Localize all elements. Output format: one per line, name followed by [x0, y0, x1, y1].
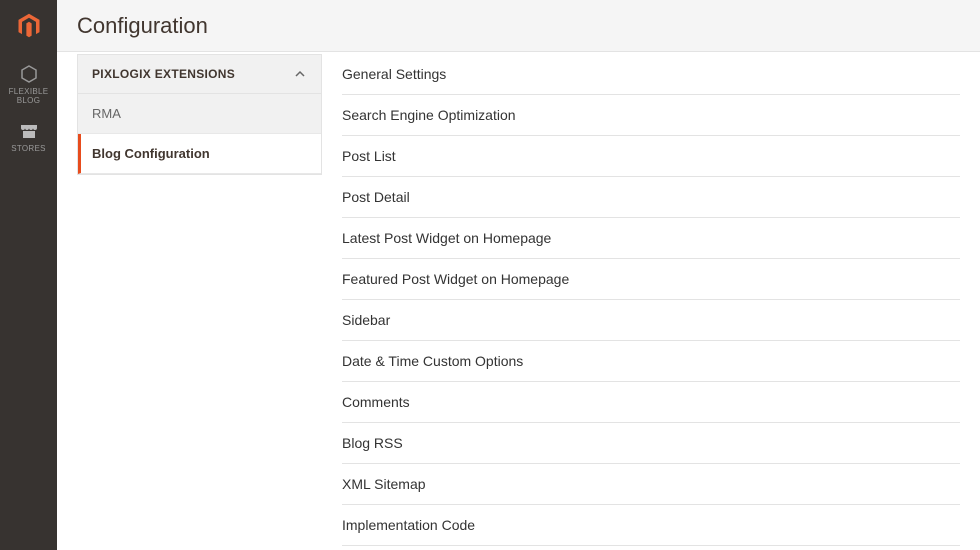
nav-item-label: STORES	[11, 144, 46, 153]
setting-section-latest-post-widget[interactable]: Latest Post Widget on Homepage	[342, 218, 960, 259]
setting-section-label: Post List	[342, 148, 396, 164]
setting-section-label: Sidebar	[342, 312, 390, 328]
sidebar-item-rma[interactable]: RMA	[78, 94, 321, 134]
setting-section-label: Post Detail	[342, 189, 410, 205]
sidebar-item-label: Blog Configuration	[92, 146, 210, 161]
store-icon	[19, 121, 39, 141]
setting-section-label: Date & Time Custom Options	[342, 353, 523, 369]
nav-item-stores[interactable]: STORES	[0, 113, 57, 161]
setting-section-label: Comments	[342, 394, 410, 410]
setting-section-sidebar[interactable]: Sidebar	[342, 300, 960, 341]
setting-section-label: General Settings	[342, 66, 446, 82]
sidebar-accordion-title: PIXLOGIX EXTENSIONS	[92, 67, 235, 81]
setting-section-label: Featured Post Widget on Homepage	[342, 271, 569, 287]
setting-section-featured-post-widget[interactable]: Featured Post Widget on Homepage	[342, 259, 960, 300]
settings-panel: General Settings Search Engine Optimizat…	[322, 52, 960, 550]
setting-section-label: Implementation Code	[342, 517, 475, 533]
setting-section-blog-rss[interactable]: Blog RSS	[342, 423, 960, 464]
setting-section-xml-sitemap[interactable]: XML Sitemap	[342, 464, 960, 505]
sidebar-item-blog-configuration[interactable]: Blog Configuration	[78, 134, 321, 174]
setting-section-post-detail[interactable]: Post Detail	[342, 177, 960, 218]
setting-section-label: Blog RSS	[342, 435, 403, 451]
main-area: Configuration PIXLOGIX EXTENSIONS RMA Bl…	[57, 0, 980, 550]
sidebar-item-label: RMA	[92, 106, 121, 121]
chevron-up-icon	[293, 67, 307, 81]
sidebar-accordion-body: RMA Blog Configuration	[77, 94, 322, 175]
magento-logo[interactable]	[13, 10, 45, 42]
page-header: Configuration	[57, 0, 980, 52]
setting-section-general-settings[interactable]: General Settings	[342, 60, 960, 95]
page-title: Configuration	[77, 13, 208, 39]
setting-section-implementation-code[interactable]: Implementation Code	[342, 505, 960, 546]
content-area: PIXLOGIX EXTENSIONS RMA Blog Configurati…	[57, 52, 980, 550]
setting-section-label: XML Sitemap	[342, 476, 426, 492]
hexagon-icon	[19, 64, 39, 84]
config-sidebar: PIXLOGIX EXTENSIONS RMA Blog Configurati…	[77, 52, 322, 550]
setting-section-post-list[interactable]: Post List	[342, 136, 960, 177]
setting-section-comments[interactable]: Comments	[342, 382, 960, 423]
setting-section-label: Search Engine Optimization	[342, 107, 516, 123]
nav-item-flexible-blog[interactable]: FLEXIBLE BLOG	[0, 56, 57, 113]
magento-logo-icon	[15, 12, 43, 40]
setting-section-seo[interactable]: Search Engine Optimization	[342, 95, 960, 136]
setting-section-date-time[interactable]: Date & Time Custom Options	[342, 341, 960, 382]
setting-section-label: Latest Post Widget on Homepage	[342, 230, 551, 246]
sidebar-accordion-header[interactable]: PIXLOGIX EXTENSIONS	[77, 54, 322, 94]
nav-item-label: FLEXIBLE BLOG	[0, 87, 57, 105]
app-container: FLEXIBLE BLOG STORES Configuration PIXLO…	[0, 0, 980, 550]
admin-nav-sidebar: FLEXIBLE BLOG STORES	[0, 0, 57, 550]
